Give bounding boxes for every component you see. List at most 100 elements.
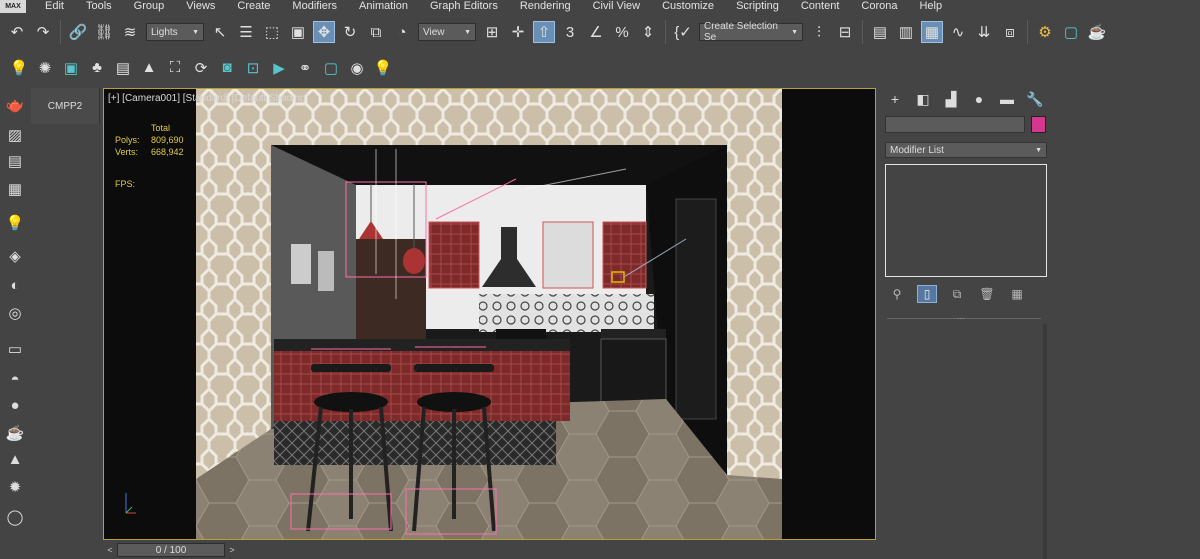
- menu-content[interactable]: Content: [790, 0, 851, 13]
- menu-help[interactable]: Help: [908, 0, 953, 13]
- viewport-label[interactable]: [+] [Camera001] [Standard] [Default Shad…: [108, 93, 308, 104]
- interactive-render-icon[interactable]: ⟳: [190, 57, 212, 79]
- select-and-scale-icon[interactable]: ⧉: [365, 21, 387, 43]
- material-editor-icon[interactable]: ⧈: [999, 21, 1021, 43]
- remove-modifier-icon[interactable]: 🗑: [977, 285, 997, 303]
- keyboard-shortcut-override-icon[interactable]: ⇧: [533, 21, 555, 43]
- sun-primitive-icon[interactable]: ✹: [4, 476, 26, 498]
- create-tab-icon[interactable]: +: [881, 88, 909, 110]
- menu-corona[interactable]: Corona: [850, 0, 908, 13]
- menu-customize[interactable]: Customize: [651, 0, 725, 13]
- display-tab-icon[interactable]: ▬: [993, 88, 1021, 110]
- pin-stack-icon[interactable]: ⚲: [887, 285, 907, 303]
- unlink-icon[interactable]: ⛓: [93, 21, 115, 43]
- snaps-toggle-icon[interactable]: 3: [559, 21, 581, 43]
- light-lister-icon[interactable]: 💡: [4, 212, 26, 234]
- motion-tab-icon[interactable]: ●: [965, 88, 993, 110]
- video-camera-icon[interactable]: ◎: [4, 302, 26, 324]
- select-and-manipulate-icon[interactable]: ✛: [507, 21, 529, 43]
- scatter-icon[interactable]: ⛶: [164, 57, 186, 79]
- menu-views[interactable]: Views: [175, 0, 226, 13]
- camera-icon[interactable]: ▣: [60, 57, 82, 79]
- gizmo-icon[interactable]: ◐: [4, 274, 26, 296]
- material-library-icon[interactable]: ◙: [216, 57, 238, 79]
- align-icon[interactable]: ⊟: [834, 21, 856, 43]
- edit-named-selection-icon[interactable]: {✓: [672, 21, 694, 43]
- menu-scripting[interactable]: Scripting: [725, 0, 790, 13]
- redo-icon[interactable]: ↷: [32, 21, 54, 43]
- camera-viewport[interactable]: [+] [Camera001] [Standard] [Default Shad…: [103, 88, 876, 540]
- reference-coordinate-select[interactable]: View ▼: [418, 23, 476, 41]
- menu-group[interactable]: Group: [123, 0, 176, 13]
- pivot-center-icon[interactable]: ⊞: [481, 21, 503, 43]
- converter-icon[interactable]: ⊡: [242, 57, 264, 79]
- denoiser-icon[interactable]: ▢: [320, 57, 342, 79]
- modifier-stack[interactable]: [885, 164, 1047, 277]
- menu-animation[interactable]: Animation: [348, 0, 419, 13]
- percent-snap-icon[interactable]: %: [611, 21, 633, 43]
- menu-graph-editors[interactable]: Graph Editors: [419, 0, 509, 13]
- sphere-light-icon[interactable]: ◯: [4, 506, 26, 528]
- image-viewer-icon[interactable]: ▨: [4, 124, 26, 146]
- angle-snap-icon[interactable]: ∠: [585, 21, 607, 43]
- selection-filter-select[interactable]: Lights ▼: [146, 23, 204, 41]
- sun-icon[interactable]: ✺: [34, 57, 56, 79]
- make-unique-icon[interactable]: ⧉: [947, 285, 967, 303]
- object-name-field[interactable]: [885, 116, 1025, 133]
- lightbulb-icon[interactable]: 💡: [372, 57, 394, 79]
- frame-slider[interactable]: 0 / 100: [117, 543, 225, 557]
- menu-tools[interactable]: Tools: [75, 0, 123, 13]
- light-icon[interactable]: 💡: [8, 57, 30, 79]
- select-and-rotate-icon[interactable]: ↻: [339, 21, 361, 43]
- undo-icon[interactable]: ↶: [6, 21, 28, 43]
- hierarchy-tab-icon[interactable]: ▟: [937, 88, 965, 110]
- sphere-primitive-icon[interactable]: ●: [4, 394, 26, 416]
- list-panel-icon[interactable]: ▤: [4, 150, 26, 172]
- menu-edit[interactable]: Edit: [34, 0, 75, 13]
- curve-editor-icon[interactable]: ∿: [947, 21, 969, 43]
- scene-explorer-icon[interactable]: ▦: [921, 21, 943, 43]
- resize-grip-icon[interactable]: ⋯: [957, 314, 965, 323]
- proxy-icon[interactable]: ♣: [86, 57, 108, 79]
- hemisphere-primitive-icon[interactable]: ◓: [4, 368, 26, 390]
- frame-buffer-icon[interactable]: ▤: [112, 57, 134, 79]
- schematic-view-icon[interactable]: ⇊: [973, 21, 995, 43]
- menu-modifiers[interactable]: Modifiers: [281, 0, 348, 13]
- modify-tab-icon[interactable]: ◧: [909, 88, 937, 110]
- chevron-right-icon[interactable]: >: [225, 543, 239, 557]
- select-by-name-icon[interactable]: ☰: [235, 21, 257, 43]
- link-icon[interactable]: 🔗: [67, 21, 89, 43]
- window-crossing-icon[interactable]: ▣: [287, 21, 309, 43]
- show-end-result-icon[interactable]: ▯: [917, 285, 937, 303]
- menu-rendering[interactable]: Rendering: [509, 0, 582, 13]
- mirror-icon[interactable]: ⫶: [808, 21, 830, 43]
- panel-scrollbar[interactable]: [1043, 324, 1047, 559]
- menu-civil-view[interactable]: Civil View: [582, 0, 651, 13]
- scene-explorer-tab[interactable]: CMPP2: [31, 88, 100, 124]
- object-color-swatch[interactable]: [1031, 116, 1046, 133]
- ribbon-toggle-icon[interactable]: ▥: [895, 21, 917, 43]
- rendered-frame-window-icon[interactable]: ▢: [1060, 21, 1082, 43]
- plane-primitive-icon[interactable]: ▭: [4, 338, 26, 360]
- image-editor-icon[interactable]: ▶: [268, 57, 290, 79]
- spinner-snap-icon[interactable]: ⇕: [637, 21, 659, 43]
- modifier-list-select[interactable]: Modifier List ▼: [885, 142, 1047, 158]
- select-and-place-icon[interactable]: ◔: [391, 21, 413, 43]
- camera-sequencer-icon[interactable]: ◈: [4, 245, 26, 267]
- menu-create[interactable]: Create: [226, 0, 281, 13]
- configure-modifier-sets-icon[interactable]: ▦: [1007, 285, 1027, 303]
- rectangular-selection-icon[interactable]: ⬚: [261, 21, 283, 43]
- teapot-icon[interactable]: 🫖: [4, 94, 26, 116]
- chevron-left-icon[interactable]: <: [103, 543, 117, 557]
- lightmix-icon[interactable]: ⚭: [294, 57, 316, 79]
- render-setup-icon[interactable]: ⚙: [1034, 21, 1056, 43]
- cone-primitive-icon[interactable]: ▲: [4, 448, 26, 470]
- named-selection-set-select[interactable]: Create Selection Se ▼: [699, 21, 803, 43]
- render-production-icon[interactable]: ☕: [1086, 21, 1108, 43]
- table-panel-icon[interactable]: ▦: [4, 178, 26, 200]
- layer-explorer-icon[interactable]: ▤: [869, 21, 891, 43]
- decal-icon[interactable]: ▲: [138, 57, 160, 79]
- utilities-tab-icon[interactable]: 🔧: [1021, 88, 1049, 110]
- viewport-preview-icon[interactable]: ◉: [346, 57, 368, 79]
- select-and-move-icon[interactable]: ✥: [313, 21, 335, 43]
